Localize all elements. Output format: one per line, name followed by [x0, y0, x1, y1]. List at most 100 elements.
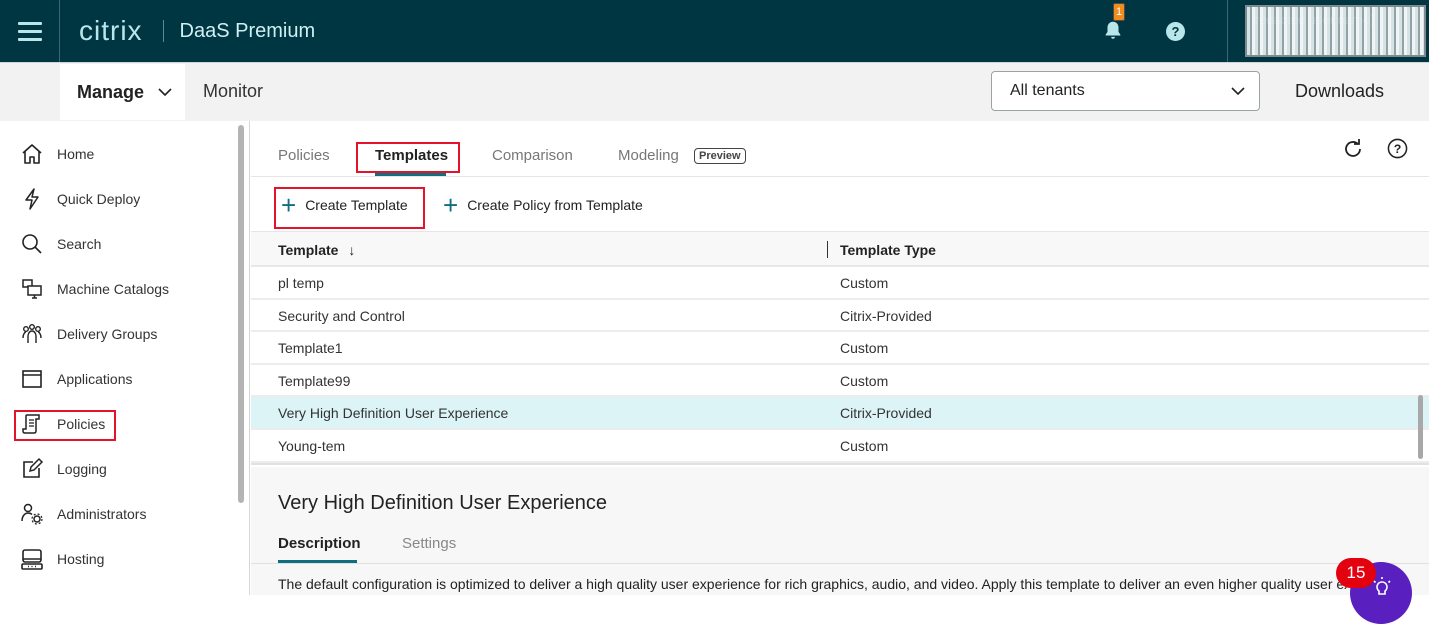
brand-divider: [162, 20, 164, 42]
tab-policies[interactable]: Policies: [278, 147, 330, 164]
help-button[interactable]: ?: [1387, 138, 1408, 159]
table-row[interactable]: pl temp Custom: [251, 267, 1429, 300]
assistant-count-badge: 15: [1336, 558, 1376, 588]
policies-highlight-box: [14, 410, 116, 441]
template-description: The default configuration is optimized t…: [278, 576, 1348, 592]
svg-text:?: ?: [1394, 142, 1402, 156]
sidebar: Home Quick Deploy Search Machine Catalog…: [0, 121, 250, 595]
sidebar-item-home[interactable]: Home: [18, 138, 94, 170]
sidebar-item-delivery-groups[interactable]: Delivery Groups: [18, 318, 157, 350]
template-name-cell: pl temp: [278, 275, 324, 291]
sidebar-item-label: Delivery Groups: [57, 326, 158, 342]
policy-tabs: Policies Templates Comparison Modeling P…: [251, 121, 1429, 177]
template-type-cell: Custom: [840, 372, 889, 389]
table-header: Template ↓ Template Type: [251, 231, 1429, 267]
user-name-redacted: [redacted user name]: [1251, 12, 1374, 27]
manage-menu[interactable]: Manage: [60, 64, 185, 120]
template-name-cell: Template1: [278, 340, 343, 357]
column-header-template-type[interactable]: Template Type: [840, 242, 936, 258]
help-icon: ?: [1387, 138, 1408, 159]
sidebar-item-label: Search: [57, 236, 102, 252]
home-icon: [18, 140, 46, 168]
sidebar-item-label: Administrators: [57, 506, 147, 522]
sidebar-item-label: Applications: [57, 371, 133, 387]
administrators-icon: [18, 500, 46, 528]
user-account-menu[interactable]: [redacted user name]: [1245, 5, 1426, 57]
table-scrollbar[interactable]: [1418, 395, 1423, 459]
machine-catalogs-icon: [18, 275, 46, 303]
column-header-template[interactable]: Template ↓: [278, 242, 355, 258]
help-icon[interactable]: ?: [1166, 21, 1185, 41]
create-template-highlight-box: [274, 187, 425, 229]
tab-modeling[interactable]: Modeling: [618, 147, 679, 164]
hamburger-icon: [17, 19, 42, 43]
top-bar: citrix DaaS Premium 1 ? [redacted user n…: [0, 0, 1429, 62]
downloads-link[interactable]: Downloads: [1295, 63, 1384, 120]
hosting-icon: [18, 545, 46, 573]
template-name-cell: Young-tem: [278, 437, 346, 454]
secondary-nav: Manage Monitor All tenants Downloads: [0, 62, 1429, 121]
plus-icon: +: [443, 190, 459, 220]
applications-icon: [18, 365, 46, 393]
template-name-cell: Very High Definition User Experience: [278, 405, 509, 422]
bell-icon: [1105, 21, 1121, 39]
table-row-selected[interactable]: Very High Definition User Experience Cit…: [251, 397, 1429, 430]
template-type-cell: Custom: [840, 340, 889, 357]
sidebar-item-applications[interactable]: Applications: [18, 363, 133, 395]
sidebar-item-label: Hosting: [57, 551, 105, 567]
active-tab-indicator: [375, 173, 446, 176]
sidebar-item-logging[interactable]: Logging: [18, 453, 107, 485]
notifications-button[interactable]: 1: [1102, 3, 1126, 43]
create-policy-from-template-button[interactable]: + Create Policy from Template: [443, 192, 643, 218]
main-content: Policies Templates Comparison Modeling P…: [251, 121, 1429, 595]
logging-icon: [18, 455, 46, 483]
create-policy-from-template-label: Create Policy from Template: [467, 197, 643, 213]
table-row[interactable]: Template99 Custom: [251, 364, 1429, 398]
citrix-logo: citrix: [79, 15, 143, 46]
lightning-icon: [18, 185, 46, 213]
template-detail-panel: Very High Definition User Experience Des…: [251, 467, 1429, 595]
table-row[interactable]: Young-tem Custom: [251, 429, 1429, 463]
search-icon: [18, 230, 46, 258]
template-type-cell: Citrix-Provided: [840, 307, 932, 324]
template-name-cell: Template99: [278, 372, 351, 389]
product-name: DaaS Premium: [179, 19, 316, 42]
template-name-cell: Security and Control: [278, 307, 405, 324]
sidebar-item-quick-deploy[interactable]: Quick Deploy: [18, 183, 140, 215]
template-toolbar: + Create Template + Create Policy from T…: [251, 178, 1429, 231]
sidebar-item-label: Machine Catalogs: [57, 281, 170, 297]
template-type-cell: Custom: [840, 275, 889, 291]
template-type-cell: Custom: [840, 437, 889, 454]
column-resize-handle[interactable]: [827, 241, 828, 258]
tab-comparison[interactable]: Comparison: [492, 147, 573, 164]
refresh-button[interactable]: [1341, 137, 1365, 161]
manage-label: Manage: [77, 81, 145, 102]
tenant-select[interactable]: All tenants: [991, 71, 1260, 111]
hamburger-menu-button[interactable]: [0, 0, 60, 62]
refresh-icon: [1345, 139, 1361, 157]
sidebar-scrollbar[interactable]: [238, 125, 244, 503]
sort-arrow-icon: ↓: [348, 242, 356, 258]
table-row[interactable]: Template1 Custom: [251, 332, 1429, 365]
detail-tab-description[interactable]: Description: [278, 535, 361, 552]
chevron-down-icon: [158, 84, 172, 100]
sidebar-item-label: Home: [57, 146, 95, 162]
sidebar-item-hosting[interactable]: Hosting: [18, 543, 104, 575]
templates-highlight-box: [356, 142, 460, 173]
sidebar-item-label: Quick Deploy: [57, 191, 141, 207]
table-row[interactable]: Security and Control Citrix-Provided: [251, 299, 1429, 333]
sidebar-item-machine-catalogs[interactable]: Machine Catalogs: [18, 273, 169, 305]
sidebar-item-administrators[interactable]: Administrators: [18, 498, 146, 530]
template-type-cell: Citrix-Provided: [840, 405, 932, 422]
detail-divider: [251, 563, 1429, 564]
preview-badge: Preview: [694, 148, 746, 164]
delivery-groups-icon: [18, 320, 46, 348]
templates-table: Template ↓ Template Type pl temp Custom …: [251, 231, 1429, 463]
chevron-down-icon: [1231, 82, 1245, 105]
sidebar-item-label: Logging: [57, 461, 107, 477]
sidebar-item-search[interactable]: Search: [18, 228, 101, 260]
monitor-link[interactable]: Monitor: [203, 63, 263, 120]
detail-tab-settings[interactable]: Settings: [402, 535, 456, 552]
user-divider: [1227, 0, 1228, 62]
tenant-selected-value: All tenants: [1010, 82, 1085, 99]
